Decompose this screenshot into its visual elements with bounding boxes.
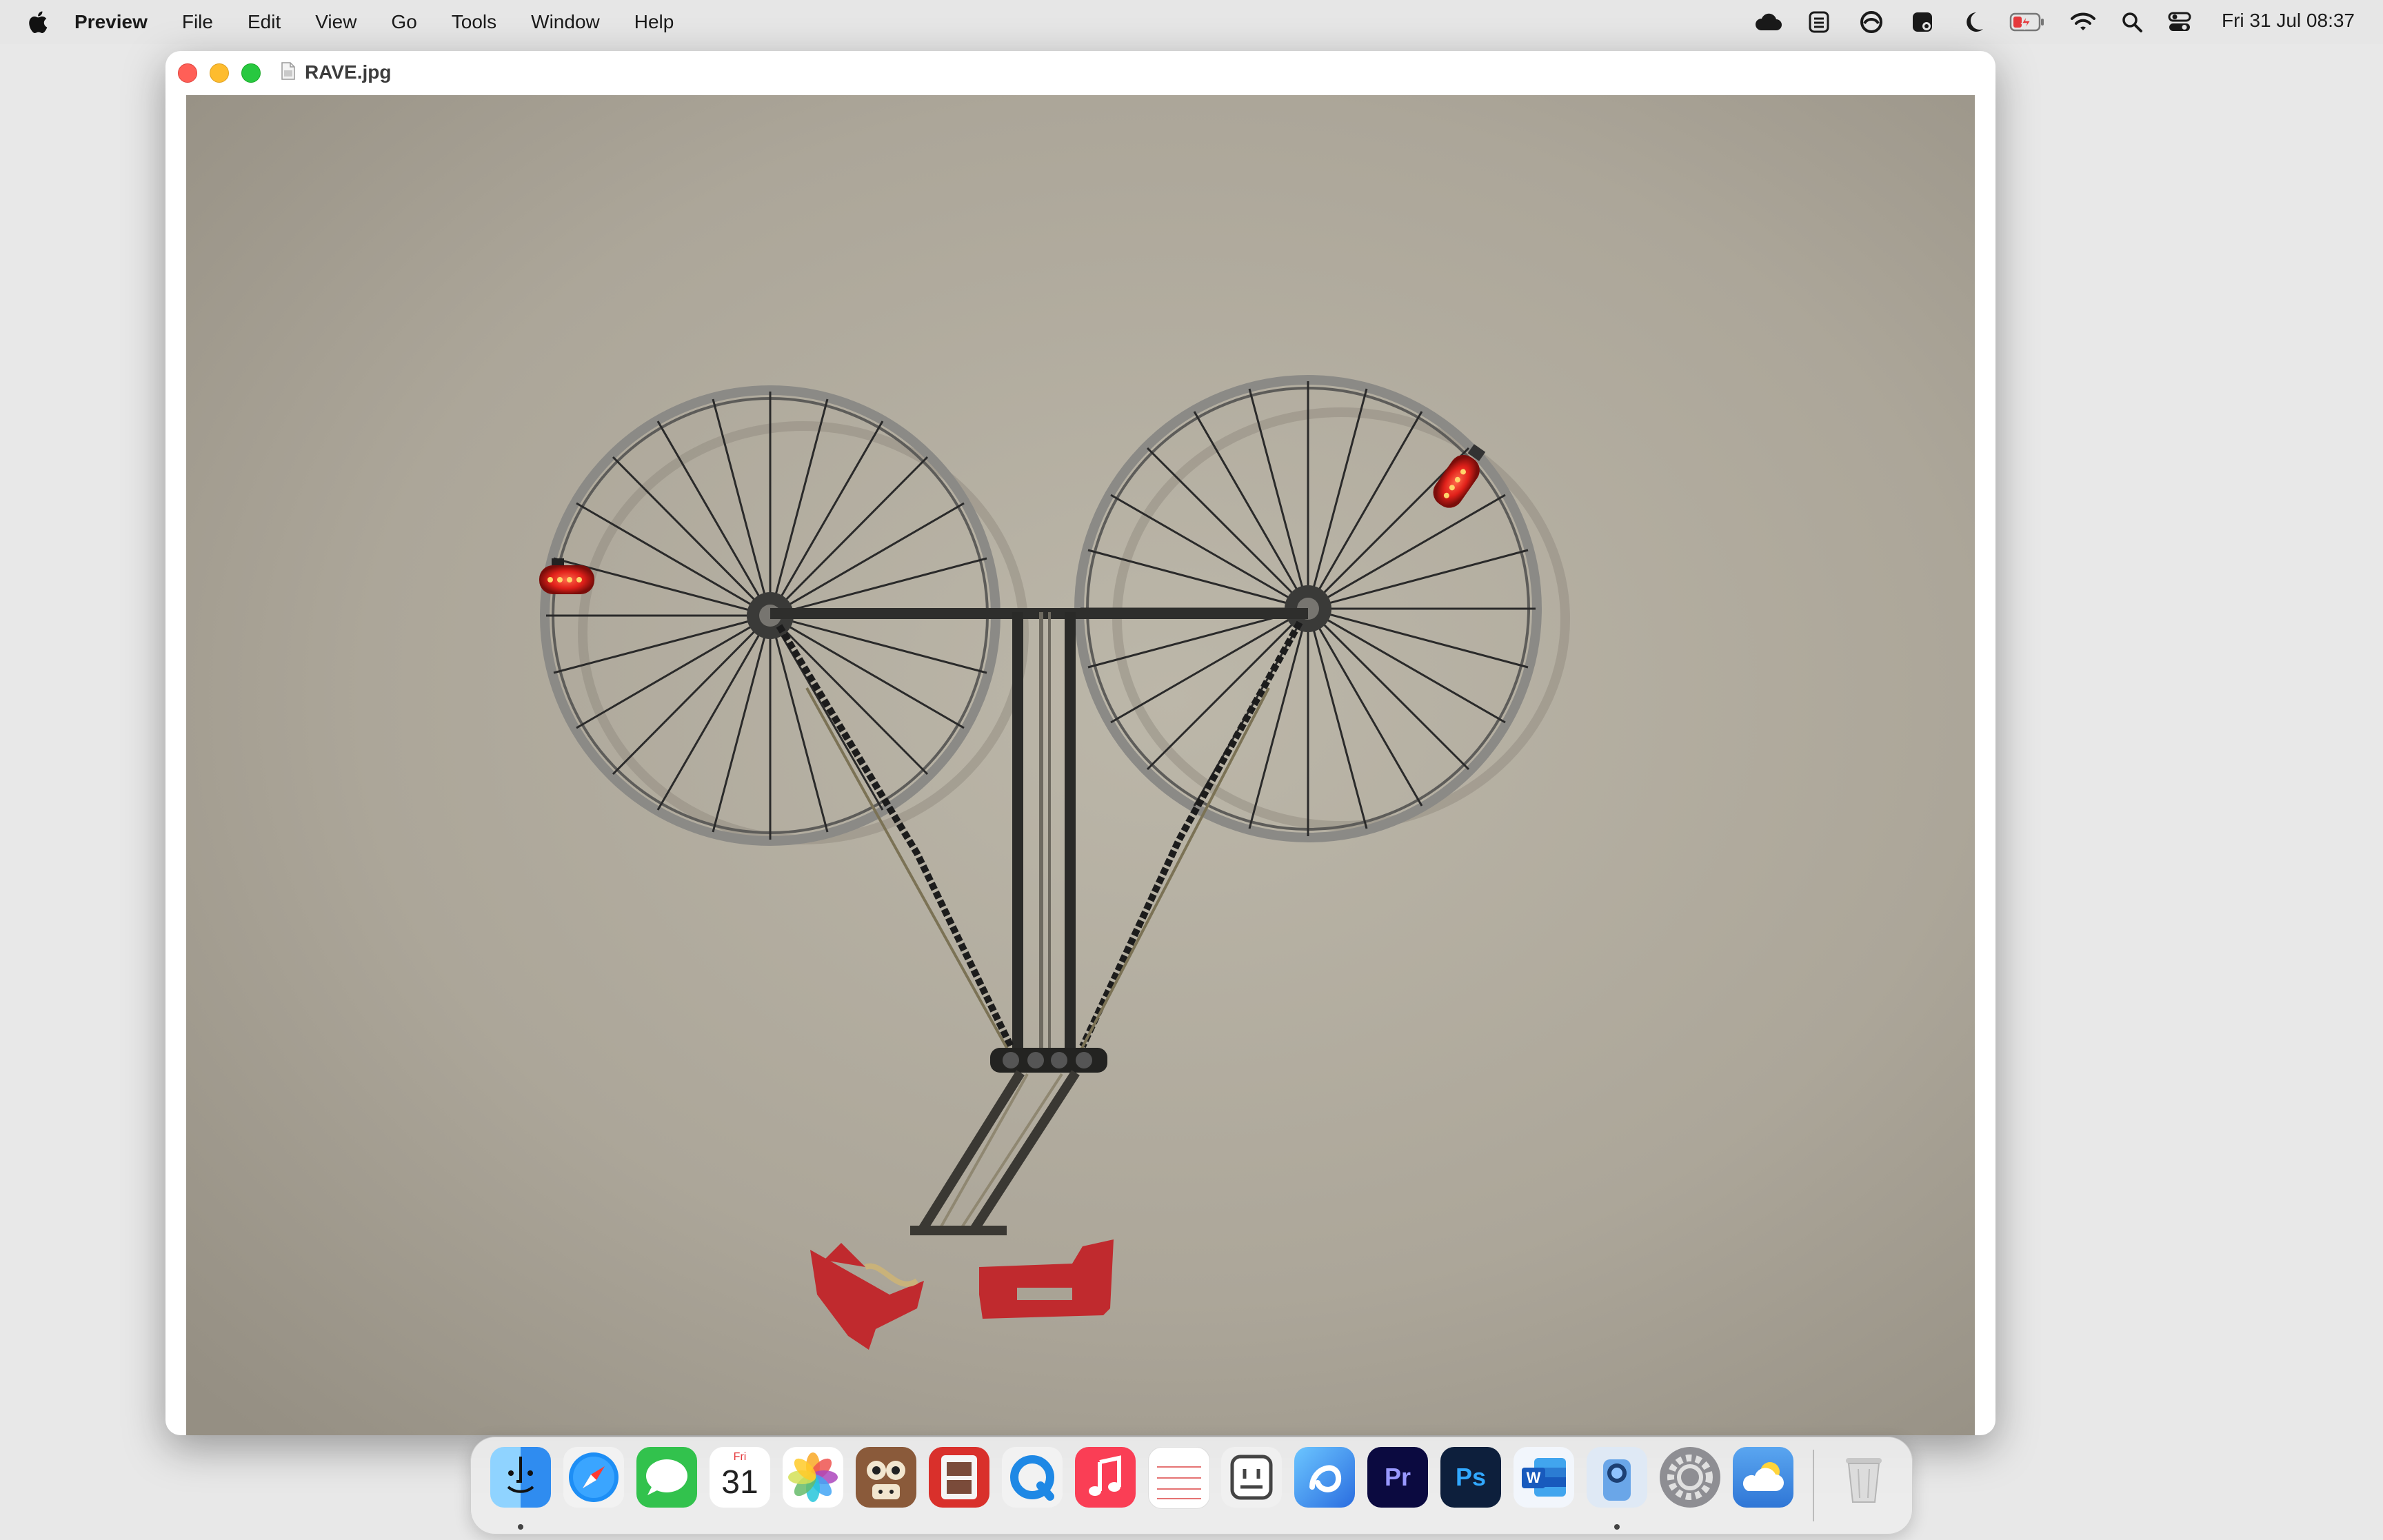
- dock-system-settings[interactable]: [1660, 1447, 1720, 1508]
- dock-calendar[interactable]: Fri 31: [710, 1447, 770, 1508]
- battery-charging-icon[interactable]: [2009, 12, 2045, 32]
- image-canvas[interactable]: [186, 95, 1975, 1435]
- close-window-button[interactable]: [178, 63, 197, 83]
- game-owl-icon: [867, 1461, 905, 1499]
- dock-photoshop[interactable]: Ps: [1440, 1447, 1501, 1508]
- wifi-icon[interactable]: [2070, 11, 2096, 33]
- weather-cloud-icon: [1742, 1462, 1784, 1491]
- dock-separator: [1813, 1450, 1814, 1521]
- focus-moon-icon[interactable]: [1962, 10, 1984, 34]
- dock-game[interactable]: [856, 1447, 916, 1508]
- calendar-day-label: Fri: [733, 1451, 747, 1463]
- menu-help[interactable]: Help: [634, 11, 674, 33]
- messages-bubble-icon: [646, 1459, 687, 1495]
- safari-compass-icon: [569, 1452, 619, 1502]
- dock-safari[interactable]: [563, 1447, 624, 1508]
- finder-running-dot: [518, 1524, 523, 1530]
- menu-window[interactable]: Window: [531, 11, 600, 33]
- menu-tools[interactable]: Tools: [452, 11, 496, 33]
- dock-trash[interactable]: [1833, 1447, 1894, 1508]
- dock-copilot[interactable]: [1294, 1447, 1355, 1508]
- dock-finder[interactable]: [490, 1447, 551, 1508]
- dock-reminders[interactable]: [1148, 1447, 1210, 1509]
- vpn-shield-icon[interactable]: [1807, 10, 1831, 34]
- dock-premiere-pro[interactable]: Pr: [1367, 1447, 1428, 1508]
- menu-clock[interactable]: Fri 31 Jul 08:37: [2222, 10, 2355, 32]
- reminders-list-icon: [1157, 1466, 1201, 1499]
- dock-robot-app[interactable]: [1221, 1447, 1282, 1508]
- apple-logo-icon[interactable]: [26, 10, 48, 34]
- dock-messages[interactable]: [636, 1447, 697, 1508]
- dock-quicktime[interactable]: [1002, 1447, 1063, 1508]
- photo-booth-icon: [941, 1455, 977, 1499]
- spotlight-search-icon[interactable]: [2121, 11, 2143, 33]
- dock-photo-booth[interactable]: [929, 1447, 989, 1508]
- finder-icon: [507, 1457, 534, 1493]
- dock-preview[interactable]: [1587, 1447, 1647, 1508]
- photoshop-icon: Ps: [1455, 1463, 1487, 1491]
- dock-photos[interactable]: [783, 1447, 843, 1508]
- zoom-window-button[interactable]: [241, 63, 261, 83]
- control-center-icon[interactable]: [2168, 11, 2191, 33]
- dock-word[interactable]: W: [1514, 1447, 1574, 1508]
- window-titlebar[interactable]: RAVE.jpg: [165, 51, 1995, 95]
- premiere-pro-icon: Pr: [1384, 1463, 1411, 1491]
- menu-file[interactable]: File: [182, 11, 213, 33]
- word-icon: W: [1526, 1469, 1541, 1486]
- dock-weather[interactable]: [1733, 1447, 1793, 1508]
- music-note-icon: [1089, 1455, 1121, 1496]
- calendar-date-label: 31: [721, 1464, 758, 1501]
- dock-music[interactable]: [1075, 1447, 1136, 1508]
- settings-widget-icon[interactable]: [1910, 10, 1935, 34]
- menu-app-name[interactable]: Preview: [74, 11, 148, 33]
- minimize-window-button[interactable]: [210, 63, 229, 83]
- gear-icon: [1667, 1455, 1713, 1500]
- trash-icon: [1846, 1458, 1882, 1503]
- left-post: [1012, 612, 1023, 1067]
- photos-flower-icon: [788, 1452, 838, 1502]
- sync-icon[interactable]: [1858, 10, 1885, 34]
- menu-bar: Preview File Edit View Go Tools Window H…: [0, 0, 2383, 44]
- menu-edit[interactable]: Edit: [248, 11, 281, 33]
- dock: Fri 31 Pr Ps W: [470, 1437, 1913, 1534]
- quicktime-icon: [1010, 1455, 1054, 1501]
- document-icon: [281, 62, 295, 80]
- menu-go[interactable]: Go: [391, 11, 416, 33]
- copilot-icon: [1309, 1465, 1341, 1492]
- creative-cloud-icon[interactable]: [1753, 11, 1783, 33]
- preview-icon: [1603, 1459, 1631, 1501]
- preview-running-dot: [1614, 1524, 1620, 1530]
- window-title: RAVE.jpg: [305, 61, 392, 83]
- right-post: [1065, 612, 1076, 1067]
- robot-face-icon: [1230, 1455, 1273, 1500]
- rave-photo: [186, 95, 1975, 1435]
- menu-view[interactable]: View: [315, 11, 356, 33]
